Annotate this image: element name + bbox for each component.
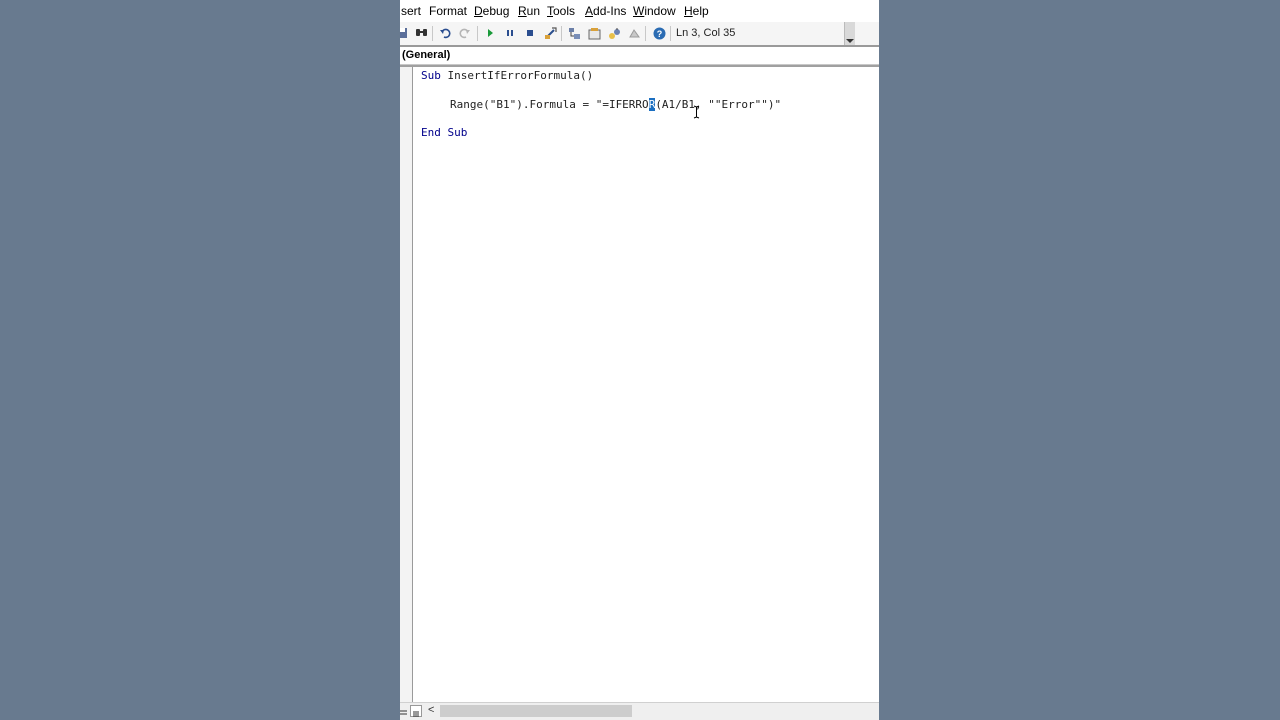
project-explorer-icon[interactable] xyxy=(567,26,581,40)
menu-debug-accel: D xyxy=(474,4,483,18)
keyword-sub: Sub xyxy=(447,126,468,139)
ibeam-cursor-icon xyxy=(693,105,700,119)
cursor-position-text: Ln 3, Col 35 xyxy=(676,27,736,39)
help-icon[interactable]: ? xyxy=(652,26,666,40)
properties-icon[interactable] xyxy=(587,26,601,40)
redo-icon[interactable] xyxy=(458,26,472,40)
keyword-sub: Sub xyxy=(421,69,441,82)
design-mode-icon[interactable] xyxy=(543,26,557,40)
code-pane[interactable]: Sub InsertIfErrorFormula() Range("B1").F… xyxy=(421,68,879,703)
horizontal-scrollbar-thumb[interactable] xyxy=(440,705,632,717)
menu-run-accel: R xyxy=(518,4,527,18)
code-line-5[interactable]: End Sub xyxy=(421,125,467,141)
object-dropdown[interactable]: (General) xyxy=(402,49,450,61)
scroll-left-button[interactable]: < xyxy=(428,704,434,716)
full-module-view-icon[interactable] xyxy=(410,705,422,717)
code-text-after: (A1/B1, ""Error"")" xyxy=(655,98,782,111)
margin-indicator-bar[interactable] xyxy=(400,67,413,703)
menu-run-rest: un xyxy=(526,4,541,18)
save-icon[interactable] xyxy=(400,26,409,40)
menu-insert[interactable]: sert xyxy=(401,4,421,18)
toolbox-icon[interactable] xyxy=(627,26,641,40)
svg-text:?: ? xyxy=(656,29,662,39)
toolbar-overflow-button[interactable] xyxy=(844,22,855,45)
menu-add-ins-accel: A xyxy=(585,4,594,18)
run-icon[interactable] xyxy=(483,26,497,40)
vba-editor-window: sert Format Debug Run Tools Add-Ins Wind… xyxy=(400,0,879,720)
menu-debug-rest: ebug xyxy=(482,4,510,18)
menu-tools[interactable]: Tools xyxy=(547,4,575,18)
standard-toolbar: ? Ln 3, Col 35 xyxy=(400,22,879,45)
object-bar: (General) xyxy=(400,47,879,65)
chevron-down-icon xyxy=(846,39,854,43)
menu-add-ins-rest: dd-Ins xyxy=(593,4,627,18)
menu-bar: sert Format Debug Run Tools Add-Ins Wind… xyxy=(400,0,879,22)
toolbar-separator xyxy=(670,26,671,41)
menu-window-accel: W xyxy=(633,4,645,18)
code-line-1[interactable]: Sub InsertIfErrorFormula() xyxy=(421,68,593,84)
undo-icon[interactable] xyxy=(438,26,452,40)
toolbar-separator xyxy=(645,26,646,41)
break-icon[interactable] xyxy=(503,26,517,40)
code-text-before: Range("B1").Formula = "=IFERRO xyxy=(450,98,649,111)
menu-window[interactable]: Window xyxy=(633,4,676,18)
keyword-end: End xyxy=(421,126,441,139)
menu-help-rest: elp xyxy=(692,4,709,18)
menu-help[interactable]: Help xyxy=(684,4,709,18)
menu-debug[interactable]: Debug xyxy=(474,4,509,18)
procedure-view-icon[interactable] xyxy=(400,705,408,717)
find-icon[interactable] xyxy=(414,26,428,40)
toolbar-separator xyxy=(561,26,562,41)
reset-icon[interactable] xyxy=(523,26,537,40)
menu-add-ins[interactable]: Add-Ins xyxy=(585,4,626,18)
bottom-bar: < xyxy=(400,702,879,720)
menu-help-accel: H xyxy=(684,4,693,18)
procedure-signature: InsertIfErrorFormula() xyxy=(440,69,594,82)
menu-run[interactable]: Run xyxy=(518,4,540,18)
toolbar-separator xyxy=(432,26,433,41)
code-pane-border xyxy=(400,65,879,67)
menu-tools-rest: ools xyxy=(553,4,576,18)
object-browser-icon[interactable] xyxy=(607,26,621,40)
menu-window-rest: indow xyxy=(644,4,676,18)
toolbar-separator xyxy=(477,26,478,41)
code-line-3[interactable]: Range("B1").Formula = "=IFERROR(A1/B1, "… xyxy=(450,97,781,113)
menu-format[interactable]: Format xyxy=(429,4,467,18)
